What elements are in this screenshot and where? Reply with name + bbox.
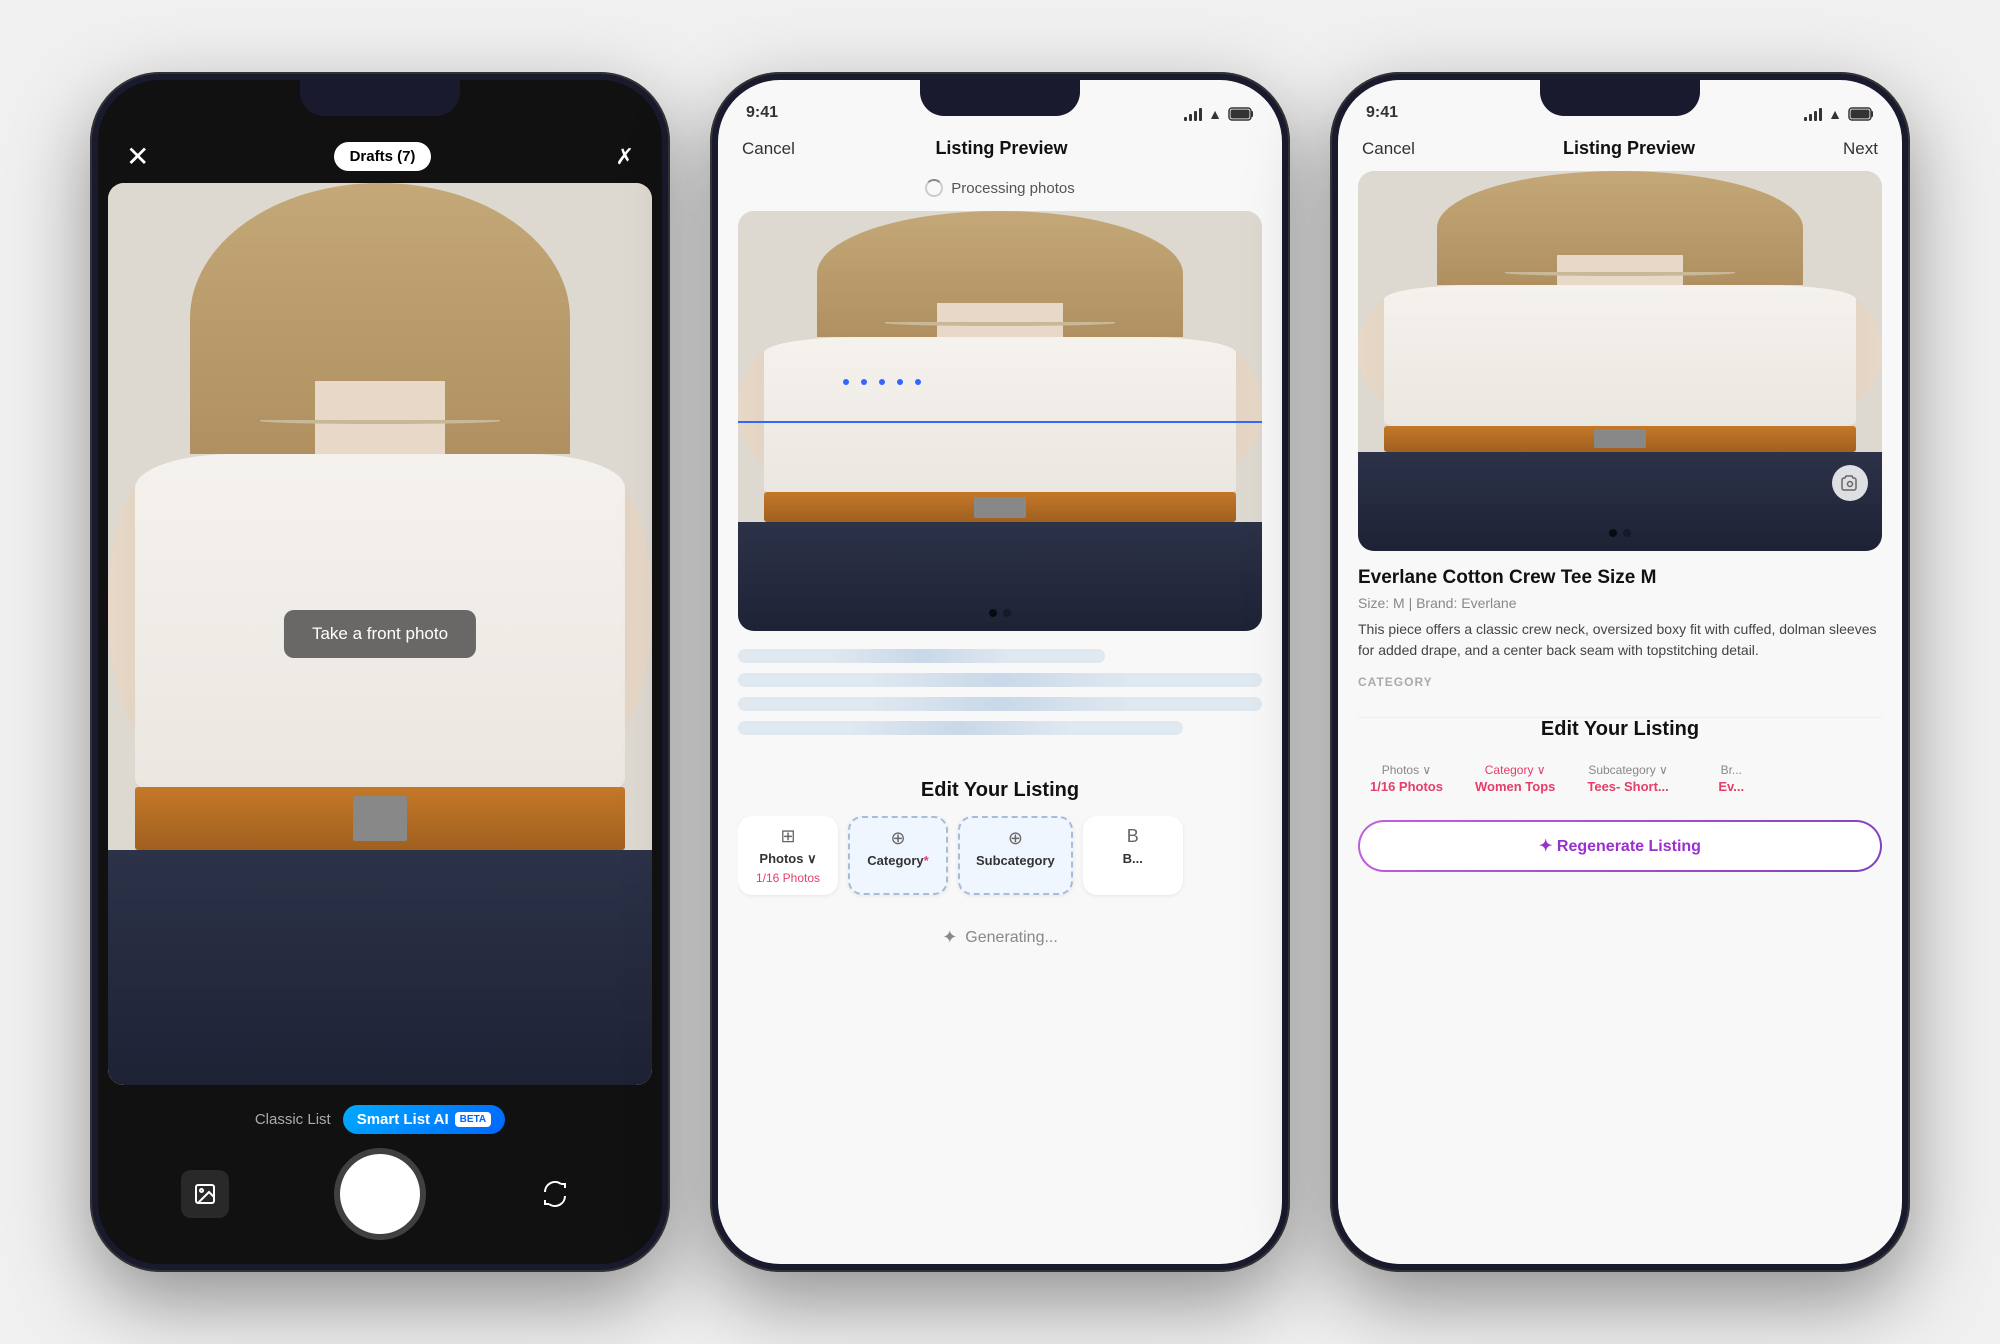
result-tabs: Photos ∨ 1/16 Photos Category ∨ Women To… — [1358, 755, 1882, 806]
category-tab-icon: ⊕ — [890, 828, 905, 849]
nav-title: Listing Preview — [1563, 138, 1695, 159]
tab-brand[interactable]: B B... — [1083, 816, 1183, 895]
status-icons: ▲ — [1184, 106, 1254, 122]
brand-tab-label: B... — [1123, 851, 1143, 866]
image-pagination — [989, 609, 1011, 617]
status-time: 9:41 — [746, 104, 778, 122]
camera-screen: ✕ Drafts (7) ✗ — [98, 80, 662, 1264]
phone-processing: 9:41 ▲ C — [710, 72, 1290, 1272]
skeleton-loading — [718, 631, 1282, 763]
listing-image — [738, 211, 1262, 631]
processing-header: Processing photos — [718, 171, 1282, 211]
notch — [300, 80, 460, 116]
edit-listing-title: Edit Your Listing — [738, 779, 1262, 802]
phone-camera: ✕ Drafts (7) ✗ — [90, 72, 670, 1272]
photos-tab-label: Photos ∨ — [759, 851, 816, 867]
product-description: This piece offers a classic crew neck, o… — [1358, 619, 1882, 661]
result-tab-brand[interactable]: Br... Ev... — [1689, 755, 1774, 802]
camera-controls — [126, 1154, 634, 1234]
result-tab-subcategory[interactable]: Subcategory ∨ Tees- Short... — [1575, 755, 1680, 802]
product-image — [1358, 171, 1882, 551]
camera-overlay-icon[interactable] — [1832, 465, 1868, 501]
battery-icon — [1848, 107, 1874, 121]
wifi-icon: ▲ — [1208, 106, 1222, 122]
category-tab-label: Category* — [867, 853, 928, 868]
cancel-button[interactable]: Cancel — [742, 139, 795, 159]
processing-label: Processing photos — [951, 180, 1074, 197]
drafts-badge[interactable]: Drafts (7) — [334, 142, 432, 171]
sparkle-icon: ✦ — [942, 927, 957, 948]
camera-overlay-text: Take a front photo — [284, 610, 476, 658]
regenerate-button[interactable]: ✦ Regenerate Listing — [1358, 820, 1882, 872]
camera-viewfinder: Take a front photo — [108, 183, 652, 1085]
result-tab-category[interactable]: Category ∨ Women Tops — [1463, 755, 1567, 802]
gallery-button[interactable] — [181, 1170, 229, 1218]
generating-label: Generating... — [965, 929, 1058, 947]
subcategory-tab-label: Subcategory — [976, 853, 1055, 868]
close-button[interactable]: ✕ — [126, 140, 149, 173]
tab-category[interactable]: ⊕ Category* — [848, 816, 948, 895]
tab-subcategory[interactable]: ⊕ Subcategory — [958, 816, 1073, 895]
listing-mode-toggle: Classic List Smart List AI BETA — [255, 1105, 505, 1134]
flip-camera-button[interactable] — [531, 1170, 579, 1218]
result-content: Everlane Cotton Crew Tee Size M Size: M … — [1338, 551, 1902, 717]
processing-spinner — [925, 179, 943, 197]
result-screen: 9:41 ▲ C — [1338, 80, 1902, 1264]
nav-bar: Cancel Listing Preview — [718, 130, 1282, 171]
photos-tab-icon: ⊞ — [780, 826, 795, 847]
notch — [1540, 80, 1700, 116]
camera-top-bar: ✕ Drafts (7) ✗ — [98, 130, 662, 183]
image-pagination — [1609, 529, 1631, 537]
result-edit-section: Edit Your Listing Photos ∨ 1/16 Photos C… — [1338, 718, 1902, 806]
next-button[interactable]: Next — [1843, 139, 1878, 159]
shutter-button[interactable] — [340, 1154, 420, 1234]
phone-result: 9:41 ▲ C — [1330, 72, 1910, 1272]
product-title: Everlane Cotton Crew Tee Size M — [1358, 567, 1882, 589]
cancel-button[interactable]: Cancel — [1362, 139, 1415, 159]
battery-icon — [1228, 107, 1254, 121]
status-icons: ▲ — [1804, 106, 1874, 122]
classic-list-label[interactable]: Classic List — [255, 1111, 331, 1128]
smart-list-badge[interactable]: Smart List AI BETA — [343, 1105, 505, 1134]
generating-bar: ✦ Generating... — [718, 911, 1282, 964]
camera-bottom: Classic List Smart List AI BETA — [98, 1085, 662, 1264]
processing-screen: 9:41 ▲ C — [718, 80, 1282, 1264]
brand-tab-icon: B — [1127, 826, 1139, 847]
notch — [920, 80, 1080, 116]
category-label: CATEGORY — [1358, 675, 1882, 689]
wifi-icon: ▲ — [1828, 106, 1842, 122]
listing-tabs: ⊞ Photos ∨ 1/16 Photos ⊕ Category* ⊕ Sub… — [738, 816, 1262, 899]
product-meta: Size: M | Brand: Everlane — [1358, 595, 1882, 611]
photos-tab-sublabel: 1/16 Photos — [756, 871, 820, 885]
camera-x-button[interactable]: ✗ — [616, 144, 634, 170]
nav-bar: Cancel Listing Preview Next — [1338, 130, 1902, 171]
scan-line — [738, 421, 1262, 423]
smart-list-label: Smart List AI — [357, 1111, 449, 1128]
nav-title: Listing Preview — [935, 138, 1067, 159]
scan-dots — [843, 379, 921, 385]
edit-listing-section: Edit Your Listing ⊞ Photos ∨ 1/16 Photos… — [718, 763, 1282, 911]
tab-photos[interactable]: ⊞ Photos ∨ 1/16 Photos — [738, 816, 838, 895]
result-tab-photos[interactable]: Photos ∨ 1/16 Photos — [1358, 755, 1455, 802]
subcategory-tab-icon: ⊕ — [1008, 828, 1023, 849]
beta-badge: BETA — [455, 1112, 491, 1127]
status-time: 9:41 — [1366, 104, 1398, 122]
edit-listing-title: Edit Your Listing — [1358, 718, 1882, 741]
